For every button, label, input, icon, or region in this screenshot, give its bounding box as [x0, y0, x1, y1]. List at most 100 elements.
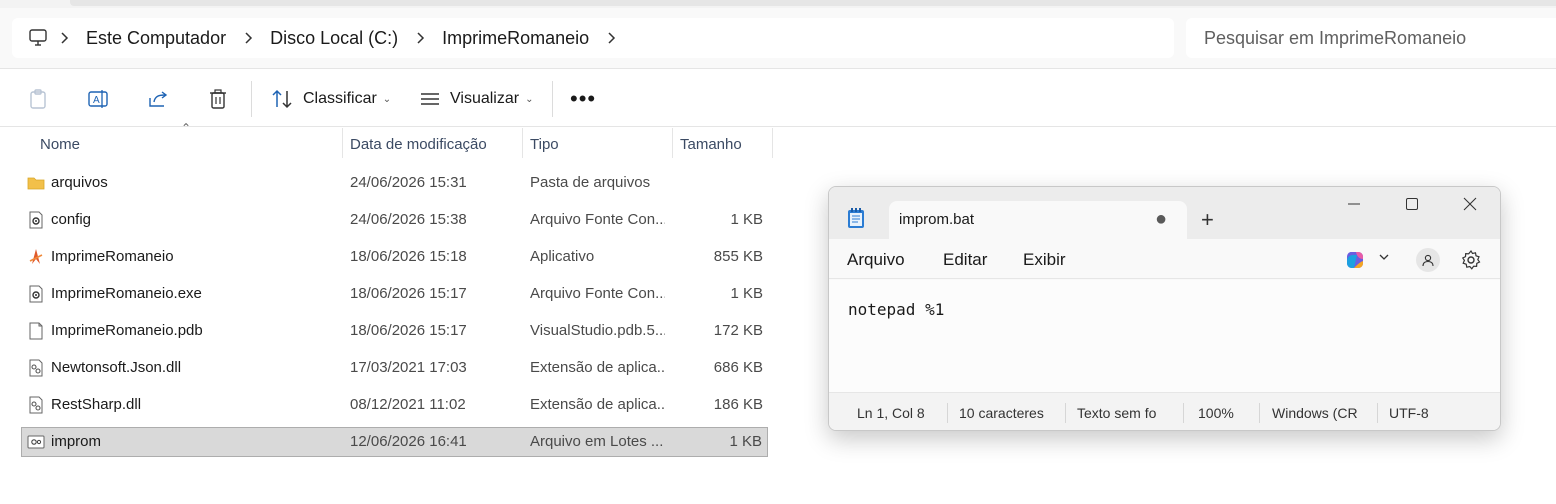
file-date: 18/06/2026 15:17 [350, 322, 467, 339]
file-row[interactable]: RestSharp.dll 08/12/2021 11:02 Extensão … [21, 390, 768, 420]
config-file-icon [29, 211, 43, 229]
search-box[interactable] [1186, 18, 1556, 58]
file-name: ImprimeRomaneio [51, 248, 174, 265]
close-button[interactable] [1450, 195, 1490, 216]
blank-file-icon [29, 322, 43, 340]
rename-icon[interactable]: A [86, 87, 110, 111]
new-tab-button[interactable]: + [1201, 207, 1214, 233]
status-divider [1377, 403, 1378, 423]
file-date: 08/12/2021 11:02 [350, 396, 466, 413]
file-size: 855 KB [713, 248, 763, 265]
delete-icon[interactable] [206, 87, 230, 111]
column-header-size[interactable]: Tamanho [672, 128, 772, 160]
view-list-icon [421, 93, 439, 105]
notepad-text-editor[interactable]: notepad %1 [829, 280, 1500, 392]
notepad-tab[interactable]: improm.bat ● [889, 201, 1187, 239]
share-icon[interactable] [146, 87, 170, 111]
file-size: 686 KB [713, 359, 763, 376]
file-date: 17/03/2021 17:03 [350, 359, 467, 376]
dll-file-icon [29, 396, 43, 414]
file-name: arquivos [51, 174, 108, 191]
settings-gear-icon[interactable] [1460, 249, 1482, 271]
batch-file-icon [27, 435, 45, 449]
view-button[interactable]: Visualizar ⌄ [420, 85, 533, 113]
file-row[interactable]: Newtonsoft.Json.dll 17/03/2021 17:03 Ext… [21, 353, 768, 383]
menu-exibir[interactable]: Exibir [1023, 250, 1066, 270]
folder-icon [27, 177, 45, 190]
file-size: 1 KB [729, 433, 762, 450]
notepad-menu-bar: Arquivo Editar Exibir [829, 239, 1500, 279]
breadcrumb-folder[interactable]: ImprimeRomaneio [436, 28, 595, 49]
status-zoom[interactable]: 100% [1198, 405, 1234, 421]
file-row[interactable]: ImprimeRomaneio.pdb 18/06/2026 15:17 Vis… [21, 316, 768, 346]
file-name: ImprimeRomaneio.pdb [51, 322, 203, 339]
command-bar: A Classificar ⌄ Visualizar ⌄ [0, 68, 1556, 127]
tab-title: improm.bat [899, 211, 975, 228]
file-type: Arquivo Fonte Con... [530, 211, 665, 228]
file-date: 18/06/2026 15:17 [350, 285, 467, 302]
status-divider [1259, 403, 1260, 423]
file-date: 24/06/2026 15:31 [350, 174, 467, 191]
menu-editar[interactable]: Editar [943, 250, 987, 270]
close-icon [1463, 197, 1477, 211]
column-header-date[interactable]: Data de modificação [342, 128, 522, 160]
file-row[interactable]: ImprimeRomaneio 18/06/2026 15:18 Aplicat… [21, 242, 768, 272]
chevron-right-icon[interactable] [595, 31, 627, 45]
chevron-right-icon[interactable] [404, 31, 436, 45]
sort-label: Classificar [303, 90, 377, 107]
window-top-strip [0, 0, 1556, 8]
maximize-button[interactable] [1392, 195, 1432, 216]
column-header-type[interactable]: Tipo [522, 128, 672, 160]
user-icon [1422, 254, 1434, 267]
file-type: VisualStudio.pdb.5... [530, 322, 665, 339]
breadcrumb-disk[interactable]: Disco Local (C:) [264, 28, 404, 49]
sort-icon [272, 89, 292, 109]
chevron-down-icon: ⌄ [382, 93, 392, 105]
column-header-name[interactable]: Nome [32, 128, 342, 160]
more-options-button[interactable]: ••• [570, 86, 596, 112]
file-type: Aplicativo [530, 248, 595, 265]
notepad-status-bar: Ln 1, Col 8 10 caracteres Texto sem fo 1… [829, 392, 1500, 430]
file-row[interactable]: config 24/06/2026 15:38 Arquivo Fonte Co… [21, 205, 768, 235]
status-divider [1065, 403, 1066, 423]
status-text-format[interactable]: Texto sem fo [1077, 405, 1167, 421]
paste-icon[interactable] [26, 87, 50, 111]
chevron-right-icon[interactable] [232, 31, 264, 45]
unsaved-indicator-icon[interactable]: ● [1155, 208, 1167, 231]
notepad-title-bar[interactable]: improm.bat ● + [829, 187, 1500, 239]
copilot-icon[interactable] [1344, 249, 1366, 271]
status-cursor-position[interactable]: Ln 1, Col 8 [857, 405, 925, 421]
file-name: Newtonsoft.Json.dll [51, 359, 182, 376]
file-size: 172 KB [713, 322, 763, 339]
minimize-icon [1348, 203, 1360, 205]
menu-arquivo[interactable]: Arquivo [847, 250, 905, 270]
chevron-down-icon: ⌄ [525, 93, 534, 105]
file-row[interactable]: arquivos 24/06/2026 15:31 Pasta de arqui… [21, 168, 768, 198]
chevron-down-icon[interactable] [1378, 251, 1390, 263]
sort-button[interactable]: Classificar ⌄ [271, 85, 391, 113]
file-row-selected[interactable]: improm 12/06/2026 16:41 Arquivo em Lotes… [21, 427, 768, 457]
file-name: ImprimeRomaneio.exe [51, 285, 202, 302]
file-size: 1 KB [730, 211, 763, 228]
minimize-button[interactable] [1334, 195, 1374, 216]
breadcrumb-computer[interactable]: Este Computador [80, 28, 232, 49]
status-encoding[interactable]: UTF-8 [1389, 405, 1429, 421]
file-size: 186 KB [713, 396, 763, 413]
column-divider[interactable] [772, 128, 773, 158]
status-line-ending[interactable]: Windows (CR [1272, 405, 1362, 421]
file-type: Extensão de aplica... [530, 396, 665, 413]
file-type: Arquivo em Lotes ... [530, 433, 664, 450]
file-name: improm [51, 433, 102, 450]
view-label: Visualizar [450, 90, 520, 107]
notepad-window: improm.bat ● + Arquivo Editar Exibir not… [828, 186, 1501, 431]
computer-icon[interactable] [28, 28, 48, 48]
file-name: config [51, 211, 92, 228]
address-bar[interactable]: Este Computador Disco Local (C:) Imprime… [12, 18, 1174, 58]
chevron-right-icon[interactable] [48, 31, 80, 45]
command-divider [251, 81, 252, 117]
svg-text:A: A [93, 95, 100, 106]
file-name: RestSharp.dll [51, 396, 142, 413]
search-input[interactable] [1186, 27, 1556, 49]
account-button[interactable] [1416, 248, 1440, 272]
file-row[interactable]: ImprimeRomaneio.exe 18/06/2026 15:17 Arq… [21, 279, 768, 309]
